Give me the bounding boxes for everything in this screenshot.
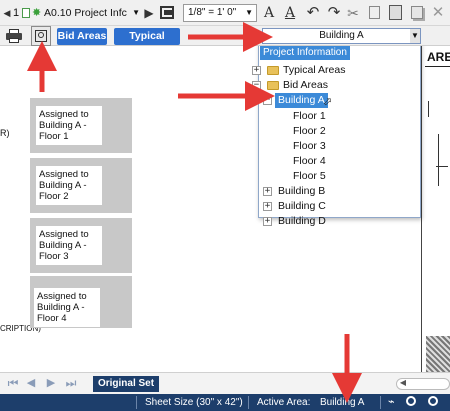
scissors-icon[interactable]: ✂ (345, 3, 361, 23)
status-divider (380, 396, 381, 409)
drawing-line (438, 134, 439, 186)
page-number: 1 (13, 7, 20, 19)
typical-areas-button[interactable]: Typical Areas (114, 28, 180, 59)
area-toolbar: Bid Areas Typical Areas Building A ▼ (0, 26, 450, 59)
sheet-select-value: A0.10 Project Infc (44, 7, 127, 19)
active-area-value: Building A (320, 397, 365, 408)
tree-item-floor[interactable]: Floor 1 (293, 109, 326, 124)
clipboard-icon[interactable] (369, 6, 380, 19)
undo-icon[interactable]: ↶ (305, 3, 321, 23)
status-divider (136, 396, 137, 409)
scroll-left-icon[interactable]: ◀ (398, 373, 408, 393)
search-icon[interactable] (428, 396, 438, 406)
top-toolbar: ◀ 1 ✸ A0.10 Project Infc ▼ ▶ 1/8" = 1' 0… (0, 0, 450, 26)
first-page-icon[interactable]: ⏮ (6, 373, 20, 393)
chevron-down-icon: ▼ (132, 8, 140, 17)
tree-item-building-d[interactable]: Building D (278, 214, 326, 229)
area-tile[interactable]: Assigned to Building A - Floor 2 (30, 158, 132, 213)
chevron-down-icon: ▼ (410, 29, 420, 43)
original-set-tab[interactable]: Original Set (93, 376, 159, 392)
tree-item-floor[interactable]: Floor 5 (293, 169, 326, 184)
copy-window-icon[interactable] (160, 6, 174, 19)
area-tile-label: Assigned to Building A - Floor 1 (36, 106, 102, 145)
active-area-select[interactable]: Building A ▼ (262, 28, 421, 44)
status-divider (248, 396, 249, 409)
area-tile-label: Assigned to Building A - Floor 3 (36, 226, 102, 265)
play-icon[interactable]: ▶ (143, 3, 155, 23)
active-area-dropdown[interactable]: Project Information + Typical Areas − Bi… (252, 46, 421, 227)
prev-page-icon[interactable]: ◀ (2, 3, 12, 23)
text-style-icon[interactable]: A (283, 3, 297, 23)
text-tool-icon[interactable]: A (262, 3, 276, 23)
sheet-size-text: Sheet Size (30" x 42") (145, 397, 243, 408)
next-page-icon[interactable]: ▶ (44, 373, 58, 393)
scale-select[interactable]: 1/8" = 1' 0" ▼ (183, 4, 257, 22)
tree-item-building-c[interactable]: Building C (278, 199, 326, 214)
printer-icon[interactable] (6, 29, 22, 43)
last-page-icon[interactable]: ⏭ (64, 373, 78, 393)
area-tile[interactable]: Assigned to Building A - Floor 1 (30, 98, 132, 153)
plus-icon[interactable]: + (263, 202, 272, 211)
tree-item-building-b[interactable]: Building B (278, 184, 325, 199)
fit-width-icon[interactable]: ⌁ (388, 394, 395, 411)
folder-icon (267, 66, 279, 75)
tree-item-typical-areas[interactable]: Typical Areas (283, 63, 345, 78)
drawing-rule (425, 66, 450, 67)
drawing-title-fragment: ARE (427, 50, 450, 64)
tree-item-floor[interactable]: Floor 4 (293, 154, 326, 169)
prev-page-icon[interactable]: ◀ (24, 373, 38, 393)
drawing-border-line (421, 46, 422, 372)
area-tile[interactable]: Assigned to Building A - Floor 3 (30, 218, 132, 273)
active-area-select-value: Building A (319, 30, 364, 41)
stack-icon[interactable] (411, 6, 423, 19)
zoom-icon[interactable] (406, 396, 416, 406)
tree-item-building-a[interactable]: Building A (275, 93, 328, 108)
paste-icon[interactable] (389, 5, 402, 20)
scale-select-value: 1/8" = 1' 0" (188, 7, 237, 18)
bid-areas-button[interactable]: Bid Areas (57, 28, 107, 45)
drawing-canvas[interactable]: R) CRIPTION) Assigned to Building A - Fl… (0, 46, 450, 372)
tree-icon: ✸ (32, 7, 42, 19)
drawing-line (436, 166, 448, 167)
chevron-down-icon: ▼ (245, 8, 253, 17)
plus-icon[interactable]: + (263, 217, 272, 226)
close-icon[interactable]: ✕ (431, 3, 445, 23)
area-tile-label: Assigned to Building A - Floor 2 (36, 166, 102, 205)
redo-icon[interactable]: ↷ (326, 3, 342, 23)
active-area-label: Active Area: (257, 397, 311, 408)
qr-code-image (426, 336, 450, 372)
tree-item-bid-areas[interactable]: Bid Areas (283, 78, 328, 93)
sheet-select[interactable]: A0.10 Project Infc ▼ (44, 3, 140, 23)
minus-icon[interactable]: − (263, 96, 272, 105)
plus-icon[interactable]: + (252, 66, 261, 75)
status-bar: Sheet Size (30" x 42") Active Area: Buil… (0, 394, 450, 411)
page-nav-bar: ⏮ ◀ ▶ ⏭ Original Set ◀ (0, 372, 450, 394)
sheet-icon (22, 8, 30, 18)
minus-icon[interactable]: − (252, 81, 261, 90)
canvas-left-fragment: R) (0, 128, 10, 138)
drawing-line (428, 101, 429, 117)
mouse-cursor-icon: ⬀ (323, 96, 333, 108)
folder-icon (267, 81, 279, 90)
tree-item-floor[interactable]: Floor 2 (293, 124, 326, 139)
tree-item-floor[interactable]: Floor 3 (293, 139, 326, 154)
tree-header-project-information[interactable]: Project Information (260, 46, 350, 60)
zoom-window-icon[interactable] (31, 26, 51, 46)
plus-icon[interactable]: + (263, 187, 272, 196)
area-tile[interactable]: Assigned to Building A - Floor 4 (30, 276, 132, 328)
area-tile-label: Assigned to Building A - Floor 4 (34, 288, 100, 327)
